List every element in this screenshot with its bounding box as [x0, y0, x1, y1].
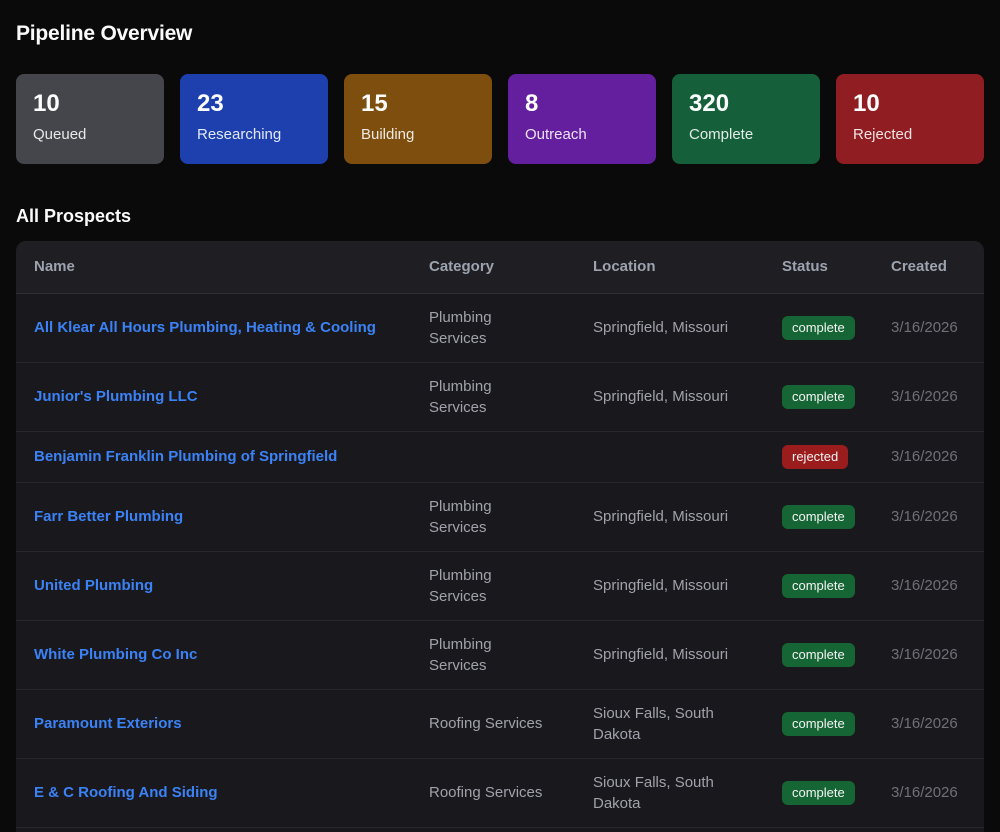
status-badge: complete	[782, 781, 855, 805]
status-badge: complete	[782, 505, 855, 529]
prospect-name-link[interactable]: United Plumbing	[34, 575, 153, 596]
stat-card-outreach: 8 Outreach	[508, 74, 656, 164]
column-header-name: Name	[16, 241, 429, 293]
prospects-table-body: All Klear All Hours Plumbing, Heating & …	[16, 293, 984, 827]
stat-label: Queued	[33, 125, 147, 145]
prospect-location: Springfield, Missouri	[593, 644, 747, 665]
status-badge: rejected	[782, 445, 848, 469]
prospect-name-link[interactable]: Farr Better Plumbing	[34, 506, 183, 527]
prospect-category: Plumbing Services	[429, 634, 549, 676]
stat-value: 10	[33, 89, 147, 119]
prospect-name-link[interactable]: Junior's Plumbing LLC	[34, 386, 198, 407]
prospect-created-date: 3/16/2026	[891, 620, 984, 689]
stat-value: 15	[361, 89, 475, 119]
dashboard-page: Pipeline Overview 10 Queued 23 Researchi…	[0, 22, 1000, 832]
prospect-location: Springfield, Missouri	[593, 575, 747, 596]
stat-label: Building	[361, 125, 475, 145]
status-badge: complete	[782, 643, 855, 667]
status-badge: complete	[782, 712, 855, 736]
column-header-location: Location	[593, 241, 782, 293]
stat-label: Outreach	[525, 125, 639, 145]
prospect-category: Roofing Services	[429, 782, 549, 803]
prospect-name-link[interactable]: Paramount Exteriors	[34, 713, 182, 734]
stat-label: Complete	[689, 125, 803, 145]
prospect-location: Sioux Falls, South Dakota	[593, 772, 747, 814]
prospect-category: Plumbing Services	[429, 307, 549, 349]
prospect-created-date: 3/16/2026	[891, 551, 984, 620]
stat-card-building: 15 Building	[344, 74, 492, 164]
stat-card-researching: 23 Researching	[180, 74, 328, 164]
table-row: White Plumbing Co Inc Plumbing Services …	[16, 620, 984, 689]
prospect-created-date: 3/16/2026	[891, 482, 984, 551]
prospect-location: Springfield, Missouri	[593, 386, 747, 407]
section-title-all-prospects: All Prospects	[16, 204, 984, 228]
page-title: Pipeline Overview	[16, 22, 984, 46]
prospect-name-link[interactable]: White Plumbing Co Inc	[34, 644, 197, 665]
table-row: Paramount Exteriors Roofing Services Sio…	[16, 689, 984, 758]
prospects-table-header: Name Category Location Status Created	[16, 241, 984, 293]
stat-card-complete: 320 Complete	[672, 74, 820, 164]
prospect-name-link[interactable]: Benjamin Franklin Plumbing of Springfiel…	[34, 446, 337, 467]
prospect-location: Springfield, Missouri	[593, 506, 747, 527]
stat-label: Researching	[197, 125, 311, 145]
table-row: Farr Better Plumbing Plumbing Services S…	[16, 482, 984, 551]
prospect-location: Sioux Falls, South Dakota	[593, 703, 747, 745]
prospect-category: Plumbing Services	[429, 496, 549, 538]
table-row: E & C Roofing And Siding Roofing Service…	[16, 758, 984, 827]
status-badge: complete	[782, 574, 855, 598]
status-badge: complete	[782, 385, 855, 409]
table-row: All Klear All Hours Plumbing, Heating & …	[16, 293, 984, 362]
prospect-created-date: 3/16/2026	[891, 689, 984, 758]
prospect-name-link[interactable]: E & C Roofing And Siding	[34, 782, 218, 803]
stat-card-rejected: 10 Rejected	[836, 74, 984, 164]
table-row: Junior's Plumbing LLC Plumbing Services …	[16, 362, 984, 431]
table-row: United Plumbing Plumbing Services Spring…	[16, 551, 984, 620]
stat-card-queued: 10 Queued	[16, 74, 164, 164]
column-header-status: Status	[782, 241, 891, 293]
status-badge: complete	[782, 316, 855, 340]
prospect-location: Springfield, Missouri	[593, 317, 747, 338]
stat-label: Rejected	[853, 125, 967, 145]
prospect-created-date: 3/16/2026	[891, 758, 984, 827]
pipeline-stats-row: 10 Queued 23 Researching 15 Building 8 O…	[16, 74, 984, 164]
prospect-category: Plumbing Services	[429, 565, 549, 607]
prospect-created-date: 3/16/2026	[891, 431, 984, 482]
stat-value: 23	[197, 89, 311, 119]
stat-value: 8	[525, 89, 639, 119]
column-header-created: Created	[891, 241, 984, 293]
column-header-category: Category	[429, 241, 593, 293]
stat-value: 320	[689, 89, 803, 119]
stat-value: 10	[853, 89, 967, 119]
table-row: Benjamin Franklin Plumbing of Springfiel…	[16, 431, 984, 482]
prospects-table-card: Name Category Location Status Created Al…	[16, 241, 984, 832]
prospect-category: Plumbing Services	[429, 376, 549, 418]
prospect-category: Roofing Services	[429, 713, 549, 734]
prospect-created-date: 3/16/2026	[891, 362, 984, 431]
prospects-table: Name Category Location Status Created Al…	[16, 241, 984, 828]
prospect-name-link[interactable]: All Klear All Hours Plumbing, Heating & …	[34, 317, 376, 338]
prospect-created-date: 3/16/2026	[891, 293, 984, 362]
